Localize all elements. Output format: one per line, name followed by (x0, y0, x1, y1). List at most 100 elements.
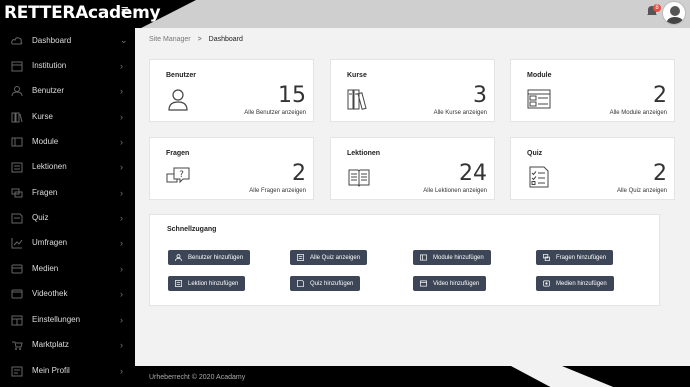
settings-icon (11, 315, 23, 325)
building-icon (11, 61, 23, 71)
button-label: Benutzer hinzufügen (188, 254, 244, 261)
sidebar-item-videothek[interactable]: Videothek › (0, 281, 135, 306)
add-media-button[interactable]: Medien hinzufügen (536, 276, 614, 291)
card-title: Module (527, 72, 552, 79)
chevron-right-icon: › (120, 187, 123, 198)
card-value: 24 (459, 161, 487, 186)
add-video-button[interactable]: Video hinzufügen (413, 276, 487, 291)
sidebar-item-medien[interactable]: Medien › (0, 256, 135, 281)
sidebar-item-label: Lektionen (32, 162, 67, 171)
card-link[interactable]: Alle Lektionen anzeigen (423, 188, 487, 194)
open-book-icon (348, 169, 370, 187)
stat-card-module: Module 2 Alle Module anzeigen (510, 59, 675, 122)
stat-card-kurse: Kurse 3 Alle Kurse anzeigen (330, 59, 495, 122)
add-module-button[interactable]: Module hinzufügen (413, 250, 491, 265)
add-user-button[interactable]: Benutzer hinzufügen (168, 250, 251, 265)
sidebar-item-institution[interactable]: Institution › (0, 53, 135, 78)
card-title: Kurse (347, 72, 367, 79)
card-value: 3 (473, 83, 487, 108)
sidebar-item-module[interactable]: Module › (0, 129, 135, 154)
card-link[interactable]: Alle Benutzer anzeigen (244, 110, 306, 116)
sidebar-item-label: Benutzer (32, 86, 65, 95)
sidebar-item-dashboard[interactable]: Dashboard ⌄ (0, 28, 135, 53)
sidebar-item-label: Fragen (32, 188, 58, 197)
sidebar-item-label: Umfragen (32, 238, 68, 247)
add-quiz-button[interactable]: Quiz hinzufügen (290, 276, 361, 291)
sidebar-item-label: Quiz (32, 213, 49, 222)
show-all-quiz-button[interactable]: Alle Quiz anzeigen (290, 250, 368, 265)
books-icon (347, 89, 367, 110)
module-icon (11, 137, 23, 146)
card-link[interactable]: Alle Quiz anzeigen (617, 188, 667, 194)
cloud-icon (11, 36, 23, 44)
sidebar-item-lektionen[interactable]: Lektionen › (0, 154, 135, 179)
copyright-text: Urheberrecht © 2020 Acadamy (149, 374, 246, 381)
stat-card-lektionen: Lektionen 24 Alle Lektionen anzeigen (330, 137, 495, 200)
quiz-icon (297, 254, 304, 261)
video-icon (11, 289, 23, 298)
card-title: Lektionen (347, 150, 381, 157)
chart-icon (11, 237, 23, 248)
card-value: 15 (278, 83, 306, 108)
chevron-right-icon: › (120, 288, 123, 299)
sidebar-item-kurse[interactable]: Kurse › (0, 104, 135, 129)
button-label: Module hinzufügen (433, 254, 484, 261)
media-icon (543, 280, 550, 287)
sidebar-item-marktplatz[interactable]: Marktplatz › (0, 332, 135, 357)
avatar[interactable] (662, 1, 686, 25)
breadcrumb-parent[interactable]: Site Manager (149, 36, 191, 43)
button-label: Medien hinzufügen (556, 280, 607, 287)
stat-card-benutzer: Benutzer 15 Alle Benutzer anzeigen (149, 59, 314, 122)
card-value: 2 (292, 161, 306, 186)
stat-card-quiz: Quiz 2 Alle Quiz anzeigen (510, 137, 675, 200)
sidebar-item-fragen[interactable]: Fragen › (0, 180, 135, 205)
lesson-icon (11, 162, 23, 172)
sidebar-item-label: Dashboard (32, 36, 72, 45)
module-icon (527, 89, 551, 109)
card-title: Quiz (527, 150, 543, 157)
books-icon (11, 112, 23, 122)
sidebar-item-label: Videothek (32, 289, 68, 298)
card-title: Benutzer (166, 72, 196, 79)
market-icon (12, 341, 23, 350)
sidebar-item-label: Einstellungen (32, 315, 81, 324)
module-icon (420, 254, 427, 261)
card-link[interactable]: Alle Kurse anzeigen (434, 110, 487, 116)
sidebar-item-label: Institution (32, 61, 67, 70)
card-link[interactable]: Alle Module anzeigen (610, 110, 667, 116)
quiz-icon (297, 280, 304, 287)
card-title: Fragen (166, 150, 190, 157)
lesson-icon (175, 280, 182, 287)
breadcrumb: Site Manager > Dashboard (149, 36, 243, 43)
profile-icon (11, 366, 23, 376)
sidebar-item-label: Kurse (32, 112, 53, 121)
sidebar-item-einstellungen[interactable]: Einstellungen › (0, 307, 135, 332)
add-question-button[interactable]: Fragen hinzufügen (536, 250, 614, 265)
sidebar-item-quiz[interactable]: Quiz › (0, 205, 135, 230)
users-icon (11, 85, 23, 96)
add-lesson-button[interactable]: Lektion hinzufügen (168, 276, 246, 291)
card-value: 2 (653, 161, 667, 186)
question-icon (11, 188, 23, 197)
chevron-right-icon: › (120, 136, 123, 147)
sidebar-item-mein-profil[interactable]: Mein Profil › (0, 358, 135, 383)
chevron-right-icon: › (120, 161, 123, 172)
sidebar: Dashboard ⌄ Institution › Benutzer › Kur… (0, 28, 135, 387)
svg-text:?: ? (179, 170, 184, 180)
card-link[interactable]: Alle Fragen anzeigen (249, 188, 306, 194)
sidebar-item-label: Module (32, 137, 59, 146)
button-label: Fragen hinzufügen (556, 254, 607, 261)
media-icon (11, 264, 23, 273)
sidebar-item-benutzer[interactable]: Benutzer › (0, 78, 135, 103)
button-label: Lektion hinzufügen (188, 280, 239, 287)
menu-toggle-icon[interactable]: ≡ (121, 2, 129, 17)
sidebar-item-umfragen[interactable]: Umfragen › (0, 230, 135, 255)
sidebar-item-label: Mein Profil (32, 366, 70, 375)
notification-badge: 8 (653, 4, 661, 12)
quick-access-panel: Schnellzugang Benutzer hinzufügen Alle Q… (149, 214, 660, 306)
brand-logo[interactable]: RETTERAcademy (4, 3, 161, 23)
quiz-icon (11, 213, 23, 223)
question-icon (543, 254, 550, 261)
chevron-right-icon: › (120, 111, 123, 122)
user-icon (175, 254, 182, 261)
